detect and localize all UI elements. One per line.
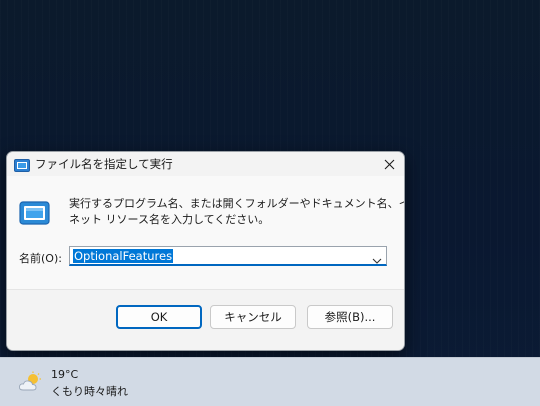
run-program-icon <box>19 200 51 228</box>
ok-button[interactable]: OK <box>116 305 202 329</box>
dialog-footer: OK キャンセル 参照(B)... <box>7 289 404 350</box>
browse-button[interactable]: 参照(B)... <box>307 305 393 329</box>
dialog-title: ファイル名を指定して実行 <box>35 157 173 171</box>
dialog-body: 実行するプログラム名、または開くフォルダーやドキュメント名、インター ネット リ… <box>7 176 404 290</box>
partly-cloudy-icon <box>18 371 44 393</box>
close-button[interactable] <box>374 152 404 176</box>
weather-condition: くもり時々晴れ <box>51 385 128 398</box>
name-label: 名前(O): <box>19 252 62 265</box>
cancel-button[interactable]: キャンセル <box>210 305 296 329</box>
name-combobox[interactable]: OptionalFeatures <box>69 246 387 266</box>
dialog-description: 実行するプログラム名、または開くフォルダーやドキュメント名、インター ネット リ… <box>69 196 404 228</box>
taskbar: 19°C くもり時々晴れ <box>0 357 540 406</box>
description-line-2: ネット リソース名を入力してください。 <box>69 213 270 226</box>
name-input-value[interactable]: OptionalFeatures <box>73 249 174 263</box>
run-dialog: ファイル名を指定して実行 実行するプログラム名、または開くフォルダーやドキュメン… <box>6 151 405 351</box>
run-icon <box>14 157 30 172</box>
description-line-1: 実行するプログラム名、または開くフォルダーやドキュメント名、インター <box>69 197 404 210</box>
chevron-down-icon[interactable] <box>371 251 383 264</box>
close-icon <box>384 155 395 174</box>
weather-temperature: 19°C <box>51 368 79 381</box>
title-bar[interactable]: ファイル名を指定して実行 <box>7 152 404 176</box>
